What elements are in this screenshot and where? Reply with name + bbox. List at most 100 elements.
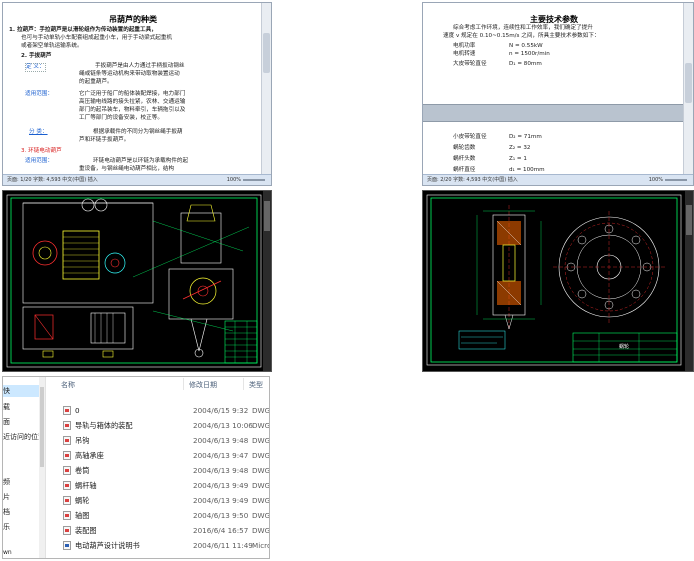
- file-row[interactable]: 电动葫芦设计说明书 2004/6/11 11:49 Micro: [51, 538, 269, 553]
- vertical-scrollbar[interactable]: [683, 3, 693, 175]
- doc-line: 芦和环链手扳葫芦。: [79, 137, 130, 143]
- nav-item-pictures[interactable]: 片: [3, 492, 10, 502]
- file-type: DWG 1: [252, 481, 270, 490]
- dwg-file-icon: [63, 436, 71, 445]
- doc-line: 重设备，与钢丝绳电动葫芦相比，结构: [79, 166, 175, 172]
- status-bar: 页面: 2/20 字数: 4,593 中文(中国) 插入 100%: [423, 174, 693, 185]
- file-date: 2004/6/13 9:50: [193, 511, 249, 520]
- doc-line: 或者架空单轨运输系统。: [21, 43, 83, 49]
- nav-item-downloads[interactable]: 载: [3, 402, 10, 412]
- file-explorer-window: 快 载 面 近访问的位置 频 片 档 乐 wn 名称 修改日期 类型 0 2004…: [2, 376, 270, 559]
- page-title: 吊葫芦的种类: [109, 15, 157, 24]
- doc-line: 绳或链条等运动机构来带动取物装置运动: [79, 71, 180, 77]
- file-name: 导轨与箱体的装配: [75, 421, 133, 430]
- param-value: Z₁ = 1: [509, 156, 527, 162]
- doc-line: 的起重葫芦。: [79, 79, 113, 85]
- dwg-file-icon: [63, 496, 71, 505]
- file-row[interactable]: 卷筒 2004/6/13 9:48DWG 1: [51, 463, 269, 478]
- vertical-scrollbar[interactable]: [263, 191, 271, 371]
- param-label: 电机功率: [453, 43, 476, 49]
- dwg-file-icon: [63, 526, 71, 535]
- doc-line: 高压输电线路的接头拉紧，农林、交通运输: [79, 99, 186, 105]
- file-row[interactable]: 导轨与箱体的装配 2004/6/13 10:06DWG 1: [51, 418, 269, 433]
- column-header-name[interactable]: 名称: [61, 380, 75, 390]
- file-date: 2016/6/4 16:57: [193, 526, 249, 535]
- file-date: 2004/6/13 9:49: [193, 481, 249, 490]
- vertical-scrollbar[interactable]: [685, 191, 693, 371]
- file-date: 2004/6/13 9:47: [193, 451, 249, 460]
- file-row[interactable]: 轴图 2004/6/13 9:50DWG 1: [51, 508, 269, 523]
- document-window-types: 吊葫芦的种类 1. 拉葫芦：手拉葫芦是以滑轮组作为传动装置的起重工具， 也可与手…: [2, 2, 272, 186]
- file-type: DWG 1: [252, 466, 270, 475]
- param-value: d₁ = 100mm: [509, 167, 545, 173]
- column-header-type[interactable]: 类型: [249, 380, 263, 390]
- doc-line: 也可与手动单轨小车配套组成起重小车，用于手动梁式起重机: [21, 35, 173, 41]
- file-date: 2004/6/13 9:48: [193, 466, 249, 475]
- doc-line: 工厂等部门的设备安装，校正等。: [79, 115, 163, 121]
- zoom-slider[interactable]: [665, 179, 687, 181]
- nav-item-documents[interactable]: 档: [3, 507, 10, 517]
- file-name: 装配图: [75, 526, 97, 535]
- zoom-level: 100%: [648, 177, 663, 183]
- file-row[interactable]: 0 2004/6/15 9:32DWG 1: [51, 403, 269, 418]
- nav-scrollbar[interactable]: [39, 377, 45, 558]
- file-type: Micro: [252, 541, 270, 550]
- doc-line: 部门的起吊装车，物料牵引，车辆拖引以及: [79, 107, 186, 113]
- vertical-scrollbar[interactable]: [261, 3, 271, 175]
- document-window-params: 主要技术参数 综合考虑工作环境，连续性和工作效率，我们确定了提升 速度 v 规定…: [422, 2, 694, 186]
- label-scope: 适用范围：: [25, 158, 53, 164]
- param-label: 蜗轮齿数: [453, 145, 476, 151]
- column-header-date[interactable]: 修改日期: [189, 380, 217, 390]
- dwg-file-icon: [63, 481, 71, 490]
- file-type: DWG 1: [252, 421, 270, 430]
- nav-item-quick-access[interactable]: 快: [3, 385, 39, 397]
- zoom-slider[interactable]: [243, 179, 265, 181]
- cad-drawing-assembly[interactable]: [2, 190, 272, 372]
- page-title: 主要技术参数: [530, 15, 578, 24]
- file-row[interactable]: 蜗轮 2004/6/13 9:49DWG 1: [51, 493, 269, 508]
- doc-line: 手扳葫芦是由人力通过手柄扳动钢丝: [95, 63, 185, 69]
- param-label: 小皮带轮直径: [453, 134, 487, 140]
- file-row[interactable]: 蜗杆轴 2004/6/13 9:49DWG 1: [51, 478, 269, 493]
- dwg-file-icon: [63, 451, 71, 460]
- nav-item-videos[interactable]: 频: [3, 477, 10, 487]
- cad-title-text: 蜗轮: [619, 343, 629, 350]
- file-date: 2004/6/13 9:49: [193, 496, 249, 505]
- file-row[interactable]: 吊钩 2004/6/13 9:48DWG 1: [51, 433, 269, 448]
- status-text: 页面: 1/20 字数: 4,593 中文(中国) 插入: [7, 177, 98, 183]
- file-type: DWG 1: [252, 526, 270, 535]
- file-row[interactable]: 装配图 2016/6/4 16:57DWG 1: [51, 523, 269, 538]
- doc-line: 根据承载件的不同分为钢丝绳手扳葫: [93, 129, 183, 135]
- file-type: DWG 1: [252, 406, 270, 415]
- section-heading: 2. 手拔葫芦: [21, 53, 52, 59]
- status-text: 页面: 2/20 字数: 4,593 中文(中国) 插入: [427, 177, 518, 183]
- file-date: 2004/6/13 9:48: [193, 436, 249, 445]
- file-name: 轴图: [75, 511, 90, 520]
- cad-drawing-worm-gear[interactable]: 蜗轮: [422, 190, 694, 372]
- file-name: 0: [75, 406, 80, 415]
- page-break: [423, 104, 684, 122]
- nav-item-drive[interactable]: wn: [3, 549, 12, 556]
- param-label: 大皮带轮直径: [453, 61, 487, 67]
- label-scope: 适用范围：: [25, 91, 53, 97]
- file-name: 蜗轮: [75, 496, 90, 505]
- doc-line: 1. 拉葫芦：手拉葫芦是以滑轮组作为传动装置的起重工具，: [9, 27, 157, 33]
- nav-item-desktop[interactable]: 面: [3, 417, 10, 427]
- dwg-file-icon: [63, 421, 71, 430]
- doc-line: 环链电动葫芦是以环链为承载构件的起: [93, 158, 189, 164]
- zoom-level: 100%: [226, 177, 241, 183]
- param-value: N = 0.55kW: [509, 43, 543, 49]
- file-type: DWG 1: [252, 436, 270, 445]
- doc-line: 它广泛用于船厂的船体装配焊接，电力部门: [79, 91, 186, 97]
- file-date: 2004/6/15 9:32: [193, 406, 249, 415]
- file-type: DWG 1: [252, 451, 270, 460]
- doc-line: 速度 v 规定在 0.10~0.15m/s 之间，所具主要技术参数如下：: [443, 33, 600, 39]
- file-name: 卷筒: [75, 466, 90, 475]
- file-name: 蜗杆轴: [75, 481, 97, 490]
- nav-item-music[interactable]: 乐: [3, 522, 10, 532]
- file-row[interactable]: 高轴承座 2004/6/13 9:47DWG 1: [51, 448, 269, 463]
- label-definition: 定 义：: [25, 63, 46, 72]
- word-file-icon: [63, 541, 71, 550]
- file-type: DWG 1: [252, 496, 270, 505]
- file-name: 吊钩: [75, 436, 90, 445]
